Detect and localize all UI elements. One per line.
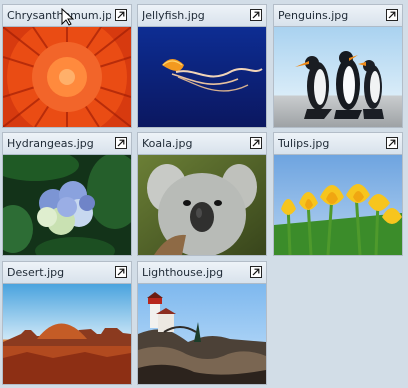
tile-header: Koala.jpg: [138, 133, 266, 155]
external-open-icon[interactable]: [115, 266, 127, 278]
gallery-tile-desert[interactable]: Desert.jpg: [2, 261, 132, 385]
external-open-icon[interactable]: [250, 137, 262, 149]
image-gallery: Chrysanthemum.jpg Jellyfish.jpg Penguins…: [0, 0, 408, 388]
gallery-tile-lighthouse[interactable]: Lighthouse.jpg: [137, 261, 267, 385]
tile-header: Hydrangeas.jpg: [3, 133, 131, 155]
tile-header: Desert.jpg: [3, 262, 131, 284]
tile-title: Jellyfish.jpg: [142, 9, 205, 22]
tile-title: Chrysanthemum.jpg: [7, 9, 111, 22]
hydrangeas-thumbnail[interactable]: [3, 155, 131, 255]
penguins-thumbnail[interactable]: [274, 27, 402, 127]
jellyfish-thumbnail[interactable]: [138, 27, 266, 127]
external-open-icon[interactable]: [386, 9, 398, 21]
mouse-cursor-icon: [61, 7, 75, 26]
lighthouse-thumbnail[interactable]: [138, 284, 266, 384]
gallery-tile-jellyfish[interactable]: Jellyfish.jpg: [137, 4, 267, 128]
desert-thumbnail[interactable]: [3, 284, 131, 384]
tile-title: Lighthouse.jpg: [142, 266, 224, 279]
gallery-tile-hydrangeas[interactable]: Hydrangeas.jpg: [2, 132, 132, 256]
tile-title: Tulips.jpg: [278, 137, 330, 150]
koala-thumbnail[interactable]: [138, 155, 266, 255]
external-open-icon[interactable]: [250, 9, 262, 21]
tile-title: Desert.jpg: [7, 266, 65, 279]
tile-header: Tulips.jpg: [274, 133, 402, 155]
tile-title: Koala.jpg: [142, 137, 193, 150]
tile-title: Penguins.jpg: [278, 9, 349, 22]
external-open-icon[interactable]: [250, 266, 262, 278]
tile-title: Hydrangeas.jpg: [7, 137, 94, 150]
external-open-icon[interactable]: [386, 137, 398, 149]
tile-header: Jellyfish.jpg: [138, 5, 266, 27]
external-open-icon[interactable]: [115, 137, 127, 149]
tulips-thumbnail[interactable]: [274, 155, 402, 255]
external-open-icon[interactable]: [115, 9, 127, 21]
chrysanthemum-thumbnail[interactable]: [3, 27, 131, 127]
tile-header: Lighthouse.jpg: [138, 262, 266, 284]
tile-header: Penguins.jpg: [274, 5, 402, 27]
gallery-tile-tulips[interactable]: Tulips.jpg: [273, 132, 403, 256]
gallery-tile-penguins[interactable]: Penguins.jpg: [273, 4, 403, 128]
gallery-tile-koala[interactable]: Koala.jpg: [137, 132, 267, 256]
